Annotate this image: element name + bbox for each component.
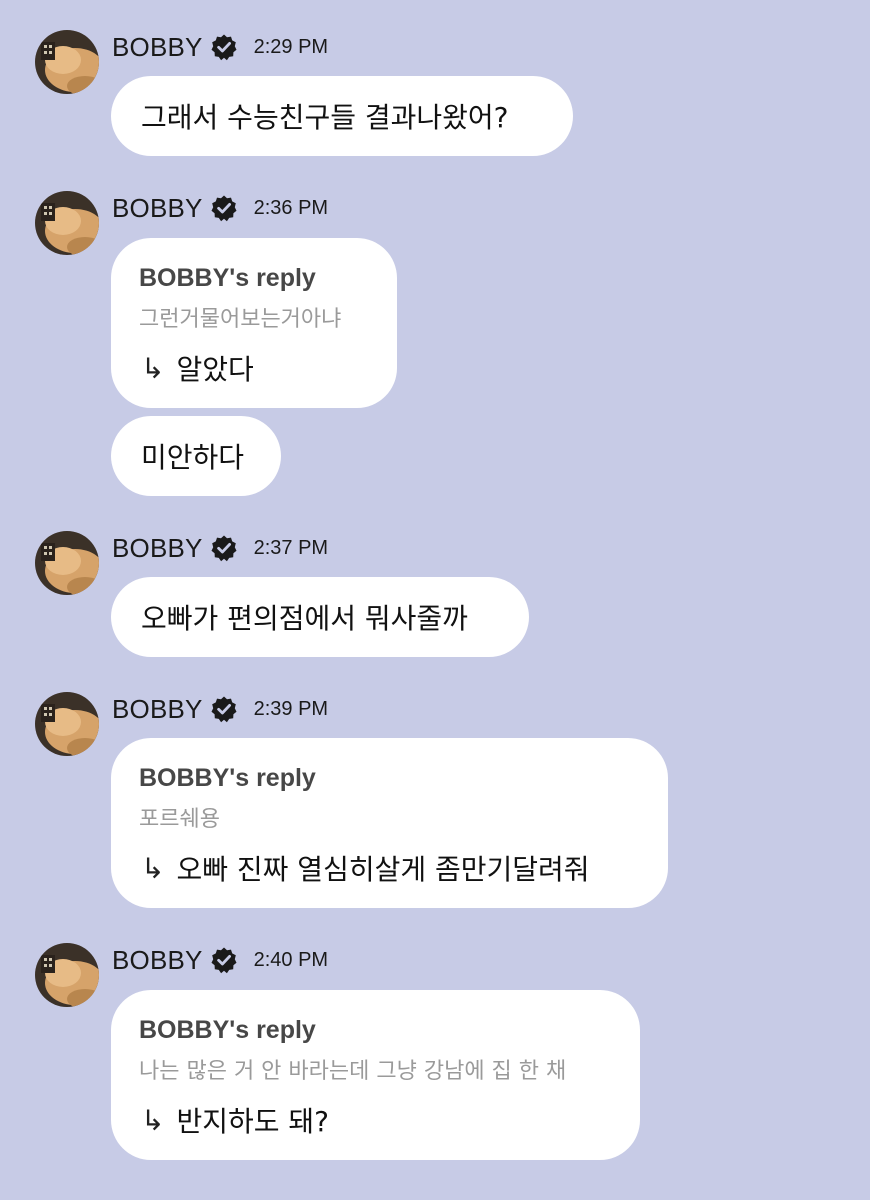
message-text: 미안하다 [141, 441, 245, 474]
reply-arrow-icon: ↳ [141, 851, 165, 885]
reply-arrow-icon: ↳ [141, 1103, 165, 1137]
reply-bubble[interactable]: BOBBY's reply 그런거물어보는거아냐 ↳ 알았다 [111, 238, 397, 408]
message-time: 2:29 PM [253, 35, 329, 58]
sender-name[interactable]: BOBBY [112, 193, 203, 224]
message-bubble[interactable]: 오빠가 편의점에서 뭐사줄까 [111, 577, 529, 657]
sender-name[interactable]: BOBBY [112, 32, 203, 63]
reply-answer: ↳ 알았다 [141, 348, 254, 388]
sender-name[interactable]: BOBBY [112, 945, 203, 976]
reply-title: BOBBY's reply [139, 1016, 316, 1044]
message-time: 2:36 PM [253, 196, 329, 219]
verified-badge-icon [210, 946, 238, 974]
reply-bubble[interactable]: BOBBY's reply 포르쉐용 ↳ 오빠 진짜 열심히살게 좀만기달려줘 [111, 738, 668, 908]
avatar[interactable] [35, 531, 99, 595]
message-text: 그래서 수능친구들 결과나왔어? [141, 101, 509, 134]
quoted-message: 그런거물어보는거아냐 [139, 307, 342, 332]
message-time: 2:40 PM [253, 948, 329, 971]
message-text: 오빠가 편의점에서 뭐사줄까 [141, 602, 468, 635]
reply-title: BOBBY's reply [139, 764, 316, 792]
reply-answer: ↳ 반지하도 돼? [141, 1100, 329, 1140]
message-bubble[interactable]: 미안하다 [111, 416, 281, 496]
avatar[interactable] [35, 191, 99, 255]
sender-name[interactable]: BOBBY [112, 533, 203, 564]
message-time: 2:37 PM [253, 536, 329, 559]
verified-badge-icon [210, 33, 238, 61]
verified-badge-icon [210, 695, 238, 723]
reply-bubble[interactable]: BOBBY's reply 나는 많은 거 안 바라는데 그냥 강남에 집 한 … [111, 990, 640, 1160]
reply-answer: ↳ 오빠 진짜 열심히살게 좀만기달려줘 [141, 848, 590, 888]
verified-badge-icon [210, 534, 238, 562]
reply-text: 알았다 [176, 353, 254, 386]
reply-text: 오빠 진짜 열심히살게 좀만기달려줘 [176, 853, 590, 886]
avatar[interactable] [35, 30, 99, 94]
quoted-message: 포르쉐용 [139, 807, 220, 832]
reply-arrow-icon: ↳ [141, 351, 165, 385]
quoted-message: 나는 많은 거 안 바라는데 그냥 강남에 집 한 채 [139, 1059, 567, 1084]
message-bubble[interactable]: 그래서 수능친구들 결과나왔어? [111, 76, 573, 156]
message-time: 2:39 PM [253, 697, 329, 720]
verified-badge-icon [210, 194, 238, 222]
avatar[interactable] [35, 943, 99, 1007]
avatar[interactable] [35, 692, 99, 756]
reply-title: BOBBY's reply [139, 264, 316, 292]
reply-text: 반지하도 돼? [176, 1105, 330, 1138]
sender-name[interactable]: BOBBY [112, 694, 203, 725]
